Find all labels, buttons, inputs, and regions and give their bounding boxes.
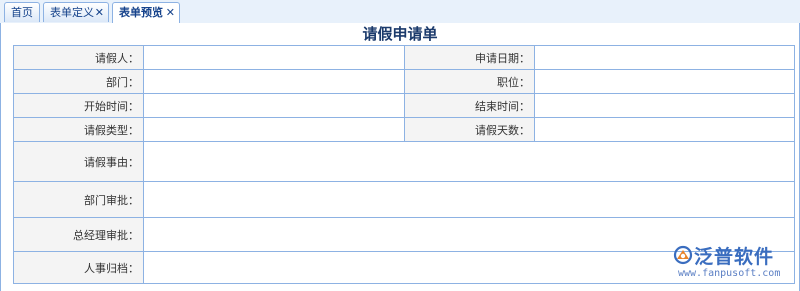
- form-row: 请假类型： 请假天数：: [13, 117, 795, 142]
- tab-label: 表单定义: [50, 6, 94, 19]
- leave-days-field[interactable]: [534, 117, 795, 142]
- department-label: 部门：: [13, 69, 144, 94]
- watermark-url: www.fanpusoft.com: [678, 268, 781, 279]
- position-field[interactable]: [534, 69, 795, 94]
- tab-label: 表单预览: [119, 6, 163, 19]
- start-time-label: 开始时间：: [13, 93, 144, 118]
- form-row: 部门审批：: [13, 181, 795, 218]
- start-time-field[interactable]: [143, 93, 405, 118]
- gm-approval-label: 总经理审批：: [13, 217, 144, 252]
- form-row: 开始时间： 结束时间：: [13, 93, 795, 118]
- hr-archive-label: 人事归档：: [13, 251, 144, 284]
- department-field[interactable]: [143, 69, 405, 94]
- leave-type-field[interactable]: [143, 117, 405, 142]
- tab-label: 首页: [11, 6, 33, 19]
- tab-home[interactable]: 首页: [4, 2, 40, 22]
- leave-type-label: 请假类型：: [13, 117, 144, 142]
- watermark: 泛普软件 www.fanpusoft.com: [672, 244, 796, 286]
- dept-approval-field[interactable]: [143, 181, 795, 218]
- leave-reason-label: 请假事由：: [13, 141, 144, 182]
- close-icon[interactable]: ✕: [95, 3, 104, 23]
- position-label: 职位：: [404, 69, 535, 94]
- tab-bar: 首页 表单定义 ✕ 表单预览 ✕: [0, 0, 800, 24]
- leave-days-label: 请假天数：: [404, 117, 535, 142]
- end-time-label: 结束时间：: [404, 93, 535, 118]
- tab-form-definition[interactable]: 表单定义 ✕: [43, 2, 109, 22]
- watermark-name: 泛普软件: [694, 246, 775, 268]
- fanpu-logo-icon: [673, 245, 693, 265]
- form-row: 请假人： 申请日期：: [13, 45, 795, 70]
- applicant-label: 请假人：: [13, 45, 144, 70]
- dept-approval-label: 部门审批：: [13, 181, 144, 218]
- form-title: 请假申请单: [362, 25, 438, 43]
- apply-date-field[interactable]: [534, 45, 795, 70]
- tab-form-preview[interactable]: 表单预览 ✕: [112, 2, 180, 24]
- form-row: 请假事由：: [13, 141, 795, 182]
- leave-reason-field[interactable]: [143, 141, 795, 182]
- form-row: 部门： 职位：: [13, 69, 795, 94]
- end-time-field[interactable]: [534, 93, 795, 118]
- close-icon[interactable]: ✕: [166, 3, 175, 23]
- applicant-field[interactable]: [143, 45, 405, 70]
- apply-date-label: 申请日期：: [404, 45, 535, 70]
